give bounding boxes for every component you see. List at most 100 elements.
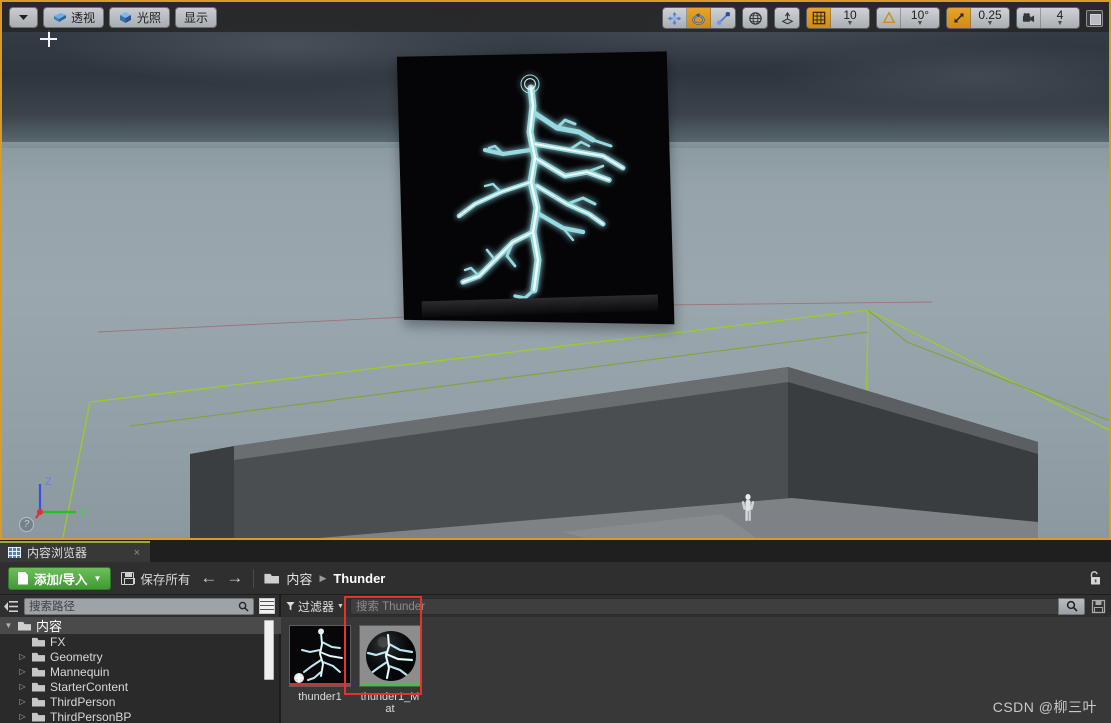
expander-icon[interactable]: ▼ bbox=[4, 621, 13, 630]
viewport-help-icon[interactable]: ? bbox=[19, 517, 34, 532]
asset-search-placeholder: 搜索 Thunder bbox=[355, 601, 425, 613]
expander-icon[interactable]: ▷ bbox=[18, 712, 27, 721]
angle-snap-toggle[interactable] bbox=[877, 8, 901, 28]
mouse-crosshair-cursor bbox=[40, 30, 57, 47]
grid-snap-toggle[interactable] bbox=[807, 8, 831, 28]
folder-icon bbox=[32, 697, 45, 707]
mannequin-actor[interactable] bbox=[737, 492, 759, 522]
filter-label: 过滤器 bbox=[298, 599, 335, 614]
add-import-button[interactable]: 添加/导入 ▼ bbox=[8, 566, 112, 590]
grid-snap-group: 10 ▼ bbox=[806, 7, 870, 29]
breadcrumb-separator-icon: ▶ bbox=[319, 572, 327, 583]
world-space-toggle[interactable] bbox=[743, 8, 767, 28]
grid-icon bbox=[812, 11, 825, 25]
content-browser-body: 搜索路径 ▼ 内容 FX ▷ Geometry ▷ Mannequin ▷ St… bbox=[0, 595, 1111, 723]
grid-snap-value[interactable]: 10 ▼ bbox=[831, 8, 869, 28]
expander-icon[interactable]: ▷ bbox=[18, 667, 27, 676]
search-button[interactable] bbox=[1058, 597, 1085, 615]
filter-funnel-icon bbox=[286, 601, 295, 611]
content-browser-tabrow: 内容浏览器 × bbox=[0, 540, 1111, 562]
asset-view-panel: 过滤器 ▼ 搜索 Thunder thunder1 thunder1_Mat bbox=[281, 595, 1111, 723]
content-browser-icon bbox=[8, 547, 21, 558]
expander-icon[interactable]: ▷ bbox=[18, 652, 27, 661]
scale-snap-value[interactable]: 0.25 ▼ bbox=[971, 8, 1009, 28]
view-lit-label: 光照 bbox=[137, 10, 162, 25]
camera-speed-value[interactable]: 4 ▼ bbox=[1041, 8, 1079, 28]
folder-icon bbox=[32, 637, 45, 647]
tree-item-startercontent[interactable]: ▷ StarterContent bbox=[0, 679, 281, 694]
breadcrumb: 内容 ▶ Thunder bbox=[264, 569, 385, 588]
scale-snap-toggle[interactable] bbox=[947, 8, 971, 28]
breadcrumb-item-thunder[interactable]: Thunder bbox=[333, 571, 385, 586]
asset-thumbnail[interactable] bbox=[289, 625, 351, 687]
camera-speed-number: 4 bbox=[1056, 7, 1064, 22]
folder-icon bbox=[32, 712, 45, 722]
asset-search-input[interactable]: 搜索 Thunder bbox=[349, 597, 1085, 615]
asset-tile-thunder1[interactable]: thunder1 bbox=[289, 625, 351, 715]
back-button[interactable]: ← bbox=[200, 568, 217, 588]
asset-tile-list: thunder1 thunder1_Mat bbox=[281, 617, 1111, 715]
collapse-tree-icon[interactable] bbox=[4, 600, 19, 613]
unreal-editor-window: Z Y ? 透视 光照 显示 10 ▼ 10° ▼ 0.25 ▼ 4 ▼ 内容浏… bbox=[0, 0, 1111, 723]
folder-icon bbox=[32, 682, 45, 692]
tree-item-mannequin[interactable]: ▷ Mannequin bbox=[0, 664, 281, 679]
camera-speed-icon-cell[interactable] bbox=[1017, 8, 1041, 28]
forward-button[interactable]: → bbox=[226, 568, 243, 588]
search-icon bbox=[238, 601, 249, 612]
surface-snap-toggle[interactable] bbox=[775, 8, 799, 28]
tree-item-fx[interactable]: FX bbox=[0, 634, 281, 649]
save-search-icon[interactable] bbox=[1091, 599, 1106, 614]
chevron-down-icon bbox=[19, 15, 28, 20]
view-perspective-label: 透视 bbox=[71, 10, 96, 25]
asset-thumbnail[interactable] bbox=[359, 625, 421, 687]
scale-mode-button[interactable] bbox=[711, 8, 735, 28]
tab-content-browser[interactable]: 内容浏览器 × bbox=[0, 541, 150, 562]
tree-item-thirdperson[interactable]: ▷ ThirdPerson bbox=[0, 694, 281, 709]
save-disk-icon bbox=[121, 571, 136, 585]
viewport-options-button[interactable] bbox=[9, 6, 38, 28]
expander-icon[interactable]: ▷ bbox=[18, 682, 27, 691]
close-icon[interactable]: × bbox=[134, 547, 140, 559]
save-all-button[interactable]: 保存所有 bbox=[121, 569, 190, 588]
document-icon bbox=[18, 571, 28, 585]
scale-snap-number: 0.25 bbox=[978, 7, 1002, 22]
save-all-label: 保存所有 bbox=[140, 572, 191, 587]
grid-snap-caret: ▼ bbox=[846, 19, 854, 27]
maximize-viewport-button[interactable] bbox=[1086, 9, 1103, 27]
angle-snap-value[interactable]: 10° ▼ bbox=[901, 8, 939, 28]
level-viewport[interactable]: Z Y ? 透视 光照 显示 10 ▼ 10° ▼ 0.25 ▼ 4 ▼ bbox=[0, 0, 1111, 540]
tree-item-geometry[interactable]: ▷ Geometry bbox=[0, 649, 281, 664]
scale-snap-caret: ▼ bbox=[986, 19, 994, 27]
tree-item-thirdpersonbp[interactable]: ▷ ThirdPersonBP bbox=[0, 709, 281, 723]
navigation-arrows: ← → bbox=[200, 568, 243, 588]
asset-tile-thunder1-mat[interactable]: thunder1_Mat bbox=[359, 625, 421, 715]
expander-icon[interactable]: ▷ bbox=[18, 697, 27, 706]
tree-scrollbar[interactable] bbox=[264, 620, 274, 680]
translate-mode-button[interactable] bbox=[663, 8, 687, 28]
content-browser-panel: 内容浏览器 × 添加/导入 ▼ 保存所有 ← → 内容 ▶ Thunder 搜索… bbox=[0, 540, 1111, 723]
search-path-input[interactable]: 搜索路径 bbox=[24, 597, 254, 615]
angle-snap-group: 10° ▼ bbox=[876, 7, 940, 29]
breadcrumb-item-content[interactable]: 内容 bbox=[286, 569, 312, 588]
view-lit-button[interactable]: 光照 bbox=[109, 6, 171, 28]
folder-tree: ▼ 内容 FX ▷ Geometry ▷ Mannequin ▷ Starter… bbox=[0, 617, 281, 723]
folder-icon bbox=[32, 652, 45, 662]
folder-icon bbox=[32, 667, 45, 677]
camera-speed-group: 4 ▼ bbox=[1016, 7, 1080, 29]
tree-view-options-button[interactable] bbox=[259, 598, 275, 614]
filter-dropdown-button[interactable]: 过滤器 ▼ bbox=[286, 598, 344, 615]
view-perspective-button[interactable]: 透视 bbox=[43, 6, 105, 28]
unlock-icon[interactable] bbox=[1087, 570, 1102, 586]
surface-snap-icon bbox=[781, 11, 793, 24]
grid-snap-number: 10 bbox=[843, 7, 857, 22]
coordinate-space-group bbox=[742, 7, 768, 29]
view-show-button[interactable]: 显示 bbox=[175, 6, 218, 28]
rotate-mode-button[interactable] bbox=[687, 8, 711, 28]
tree-item-content[interactable]: ▼ 内容 bbox=[0, 617, 281, 634]
lightning-bolt-mesh bbox=[456, 74, 626, 300]
asset-toolbar: 过滤器 ▼ 搜索 Thunder bbox=[281, 595, 1111, 617]
camera-icon bbox=[1022, 12, 1035, 22]
angle-snap-number: 10° bbox=[910, 7, 930, 22]
lightning-plane[interactable] bbox=[396, 51, 675, 325]
svg-text:Y: Y bbox=[79, 507, 87, 519]
